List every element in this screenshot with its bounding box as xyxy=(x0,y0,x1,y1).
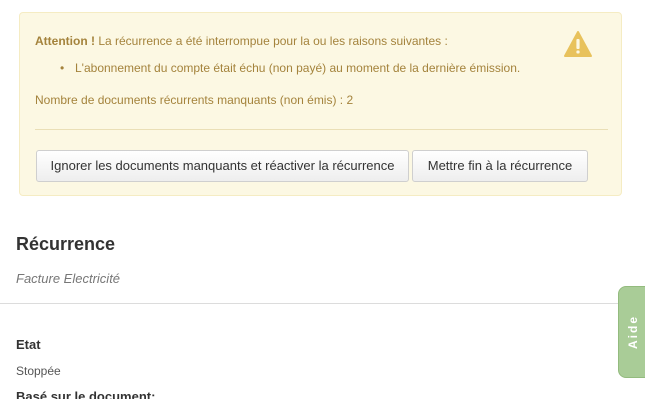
alert-divider xyxy=(35,129,608,130)
section-subtitle: Facture Electricité xyxy=(16,271,121,286)
help-tab-label: Aide xyxy=(626,314,640,350)
section-title: Récurrence xyxy=(16,234,116,254)
alert-title-text: La récurrence a été interrompue pour la … xyxy=(94,34,448,48)
alert-title: Attention ! La récurrence a été interrom… xyxy=(35,34,448,48)
based-on-document-label: Basé sur le document: xyxy=(16,389,156,399)
section-divider xyxy=(0,303,645,304)
ignore-missing-and-reactivate-button[interactable]: Ignorer les documents manquants et réact… xyxy=(36,150,409,182)
help-tab[interactable]: Aide xyxy=(618,286,645,378)
alert-title-strong: Attention ! xyxy=(35,34,95,48)
warning-triangle-icon xyxy=(564,31,592,57)
reason-item: L'abonnement du compte était échu (non p… xyxy=(75,61,521,75)
reason-bullet: • xyxy=(60,61,65,75)
status-label: Etat xyxy=(16,337,41,352)
end-recurrence-button[interactable]: Mettre fin à la récurrence xyxy=(412,150,588,182)
page: Attention ! La récurrence a été interrom… xyxy=(0,0,645,399)
warning-alert: Attention ! La récurrence a été interrom… xyxy=(19,12,622,196)
status-value: Stoppée xyxy=(16,364,61,378)
missing-documents-count: Nombre de documents récurrents manquants… xyxy=(35,93,354,107)
